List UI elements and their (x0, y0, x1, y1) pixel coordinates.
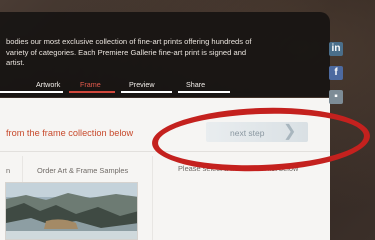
intro-text: bodies our most exclusive collection of … (6, 37, 306, 69)
social-strip: in f ▪ (329, 42, 347, 112)
tab-artwork[interactable]: Artwork (36, 80, 60, 89)
intro-line: bodies our most exclusive collection of … (6, 37, 252, 46)
order-samples-label: Order Art & Frame Samples (37, 166, 129, 175)
intro-line: variety of categories. Each Premiere Gal… (6, 47, 247, 57)
tab-underline-active (69, 91, 115, 93)
social-icon[interactable]: ▪ (329, 90, 343, 104)
facebook-icon[interactable]: f (329, 66, 343, 80)
coast-landscape-image (6, 183, 137, 239)
linkedin-icon[interactable]: in (329, 42, 343, 56)
artwork-thumbnail[interactable] (5, 182, 138, 240)
tab-share[interactable]: Share (186, 80, 205, 89)
tab-underline (121, 91, 172, 93)
intro-line: artist. (6, 58, 25, 67)
tab-preview[interactable]: Preview (129, 80, 155, 89)
tab-underline (178, 91, 230, 93)
section-heading: from the frame collection below (6, 128, 134, 138)
tab-frame[interactable]: Frame (80, 80, 101, 89)
column-label: n (6, 166, 11, 175)
column-divider (152, 156, 153, 240)
tab-underline (0, 91, 63, 93)
